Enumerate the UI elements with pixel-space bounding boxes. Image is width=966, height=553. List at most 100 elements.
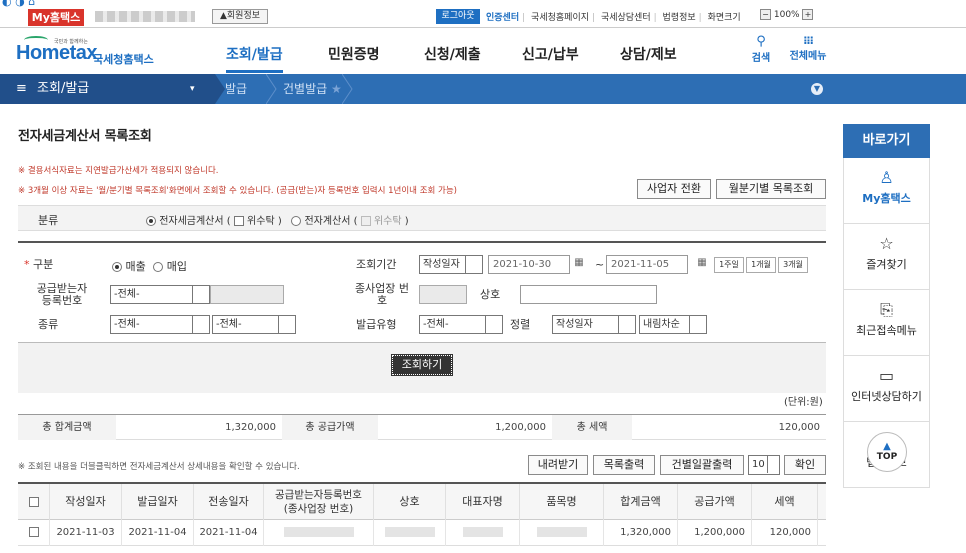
recent-icon: ⎘ (880, 300, 893, 319)
issue-type-select[interactable]: -전체- (419, 315, 503, 334)
quick-favorites[interactable]: ☆ 즐겨찾기 (843, 224, 930, 290)
print-list-button[interactable]: 목록출력 (593, 455, 655, 475)
confirm-button[interactable]: 확인 (784, 455, 826, 475)
search-button[interactable]: ⚲ 검색 (748, 34, 774, 64)
company-name-label: 상호 (480, 288, 501, 301)
radio-e-tax-invoice[interactable] (146, 216, 156, 226)
zoom-in-button[interactable]: + (802, 9, 814, 20)
range-1month-button[interactable]: 1개월 (746, 257, 776, 273)
range-3month-button[interactable]: 3개월 (778, 257, 808, 273)
gnb-apply-submit[interactable]: 신청/제출 (424, 44, 481, 64)
quick-recent-menu[interactable]: ⎘ 최근접속메뉴 (843, 290, 930, 356)
favorite-star-icon[interactable]: ★ (331, 82, 342, 96)
cell-ceo-redacted (446, 520, 520, 546)
cell-item-redacted (520, 520, 604, 546)
quick-menu: 바로가기 ♙ My홈택스 ☆ 즐겨찾기 ⎘ 최근접속메뉴 ▭ 인터넷상담하기 ⚖… (843, 124, 930, 488)
util-links: 인증센터 | 국세청홈페이지 | 국세상담센터 | 법령정보 | 화면크기 (486, 13, 741, 23)
chevron-down-icon (689, 316, 706, 333)
gubun-label: * 구분 (24, 258, 54, 271)
kind-select-1[interactable]: -전체- (110, 315, 210, 334)
col-company[interactable]: 상호 (374, 484, 446, 520)
breadcrumb-each-issue[interactable]: 건별발급 ★ (283, 74, 342, 104)
kind-select-2[interactable]: -전체- (212, 315, 296, 334)
select-all-checkbox[interactable] (28, 497, 39, 507)
sort-select[interactable]: 작성일자 (552, 315, 636, 334)
gnb-inquiry-issue[interactable]: 조회/발급 (226, 44, 283, 73)
calendar-icon[interactable]: ▦ (570, 257, 588, 274)
radio-buy[interactable] (153, 262, 164, 272)
notice-text-2: ※ 3개월 이상 자료는 '월/분기별 목록조회'화면에서 조회할 수 있습니다… (18, 186, 457, 196)
quick-my-hometax[interactable]: ♙ My홈택스 (843, 158, 930, 224)
switch-business-button[interactable]: 사업자 전환 (637, 179, 711, 199)
col-write-date[interactable]: 작성일자 (50, 484, 122, 520)
radio-sale[interactable] (112, 262, 122, 272)
quick-online-counsel[interactable]: ▭ 인터넷상담하기 (843, 356, 930, 422)
col-send-date[interactable]: 전송일자 (194, 484, 264, 520)
col-supply-amount[interactable]: 공급가액 (678, 484, 752, 520)
range-1week-button[interactable]: 1주일 (714, 257, 744, 273)
col-receiver-no[interactable]: 공급받는자등록번호 (종사업장 번호) (264, 484, 374, 520)
col-total-amount[interactable]: 합계금액 (604, 484, 678, 520)
person-icon: ♙ (879, 168, 894, 187)
col-ceo-name[interactable]: 대표자명 (446, 484, 520, 520)
search-button[interactable]: 조회하기 (391, 354, 453, 376)
col-item-name[interactable]: 품목명 (520, 484, 604, 520)
tax-amount-label: 총 세액 (552, 415, 632, 440)
link-counsel-center[interactable]: 국세상담센터 (601, 13, 651, 23)
zoom-out-button[interactable]: − (760, 9, 771, 20)
date-to-input[interactable]: 2021-11-05 (606, 255, 688, 274)
date-from-input[interactable]: 2021-10-30 (488, 255, 570, 274)
breadcrumb-main-menu[interactable]: ≡ 조회/발급 ▾ (0, 74, 215, 104)
chevron-down-icon[interactable]: ▼ (811, 83, 823, 95)
invoice-table: 작성일자 발급일자 전송일자 공급받는자등록번호 (종사업장 번호) 상호 대표… (18, 482, 826, 546)
order-select[interactable]: 내림차순 (639, 315, 707, 334)
grid-icon: ⁝⁝⁝ (803, 34, 814, 47)
my-hometax-tab[interactable]: My홈택스 (28, 9, 84, 26)
download-button[interactable]: 내려받기 (528, 455, 588, 475)
gnb-report-pay[interactable]: 신고/납부 (522, 44, 579, 64)
row-checkbox[interactable] (28, 527, 39, 537)
unit-label: (단위:원) (784, 397, 823, 408)
checkbox-consign-tax[interactable] (233, 216, 244, 226)
link-law-info[interactable]: 법령정보 (663, 13, 696, 23)
cell-send-date: 2021-11-04 (194, 520, 264, 546)
select-all-checkbox-cell (18, 484, 50, 520)
receiver-no-select[interactable]: -전체- (110, 285, 210, 304)
search-panel: * 구분 매출 매입 조회기간 작성일자 2021-10-30 ▦ ~ 2021… (18, 241, 826, 343)
row-checkbox-cell (18, 520, 50, 546)
cell-supply-amount: 1,200,000 (678, 520, 752, 546)
link-cert-center[interactable]: 인증센터 (486, 13, 519, 23)
tax-amount-value: 120,000 (778, 422, 820, 433)
chat-icon: ▭ (878, 366, 895, 385)
gnb-certificate[interactable]: 민원증명 (328, 44, 380, 64)
gnb-counsel-report[interactable]: 상담/제보 (620, 44, 677, 64)
breadcrumb-issue[interactable]: 발급 (225, 74, 247, 104)
company-name-input[interactable] (520, 285, 657, 304)
batch-print-button[interactable]: 건별일괄출력 (660, 455, 744, 475)
period-type-select[interactable]: 작성일자 (419, 255, 483, 274)
total-amount-label: 총 합계금액 (18, 415, 116, 440)
table-row[interactable]: 2021-11-03 2021-11-04 2021-11-04 1,320,0… (18, 520, 826, 546)
all-menu-button[interactable]: ⁝⁝⁝ 전체메뉴 (786, 34, 830, 62)
browser-nav-icons: ◐ ◑ ⌂ (2, 0, 36, 8)
dropdown-arrow-icon: ▾ (190, 84, 195, 94)
total-amount-value: 1,320,000 (225, 422, 276, 433)
list-hint: ※ 조회된 내용을 더블클릭하면 전자세금계산서 상세내용을 확인할 수 있습니… (18, 462, 300, 472)
chevron-down-icon (767, 456, 779, 473)
scroll-top-button[interactable]: ▲ TOP (867, 432, 907, 472)
receiver-no-input (210, 285, 284, 304)
col-tax-amount[interactable]: 세액 (752, 484, 818, 520)
col-issue-date[interactable]: 발급일자 (122, 484, 194, 520)
calendar-icon[interactable]: ▦ (693, 257, 711, 274)
monthly-list-button[interactable]: 월분기별 목록조회 (716, 179, 826, 199)
radio-e-invoice[interactable] (291, 216, 302, 226)
cell-company-redacted (374, 520, 446, 546)
zoom-control: − 100% + (760, 9, 814, 20)
user-name-redacted (95, 11, 195, 22)
logout-button[interactable]: 로그아웃 (436, 9, 480, 24)
link-nts-home[interactable]: 국세청홈페이지 (531, 13, 589, 23)
user-info-button[interactable]: ▲회원정보 (212, 9, 268, 24)
hometax-logo[interactable]: 국민과 함께하는 Hometax 국세청홈택스 (16, 34, 176, 68)
hamburger-icon: ≡ (16, 81, 27, 96)
page-size-select[interactable]: 10 (748, 455, 780, 475)
